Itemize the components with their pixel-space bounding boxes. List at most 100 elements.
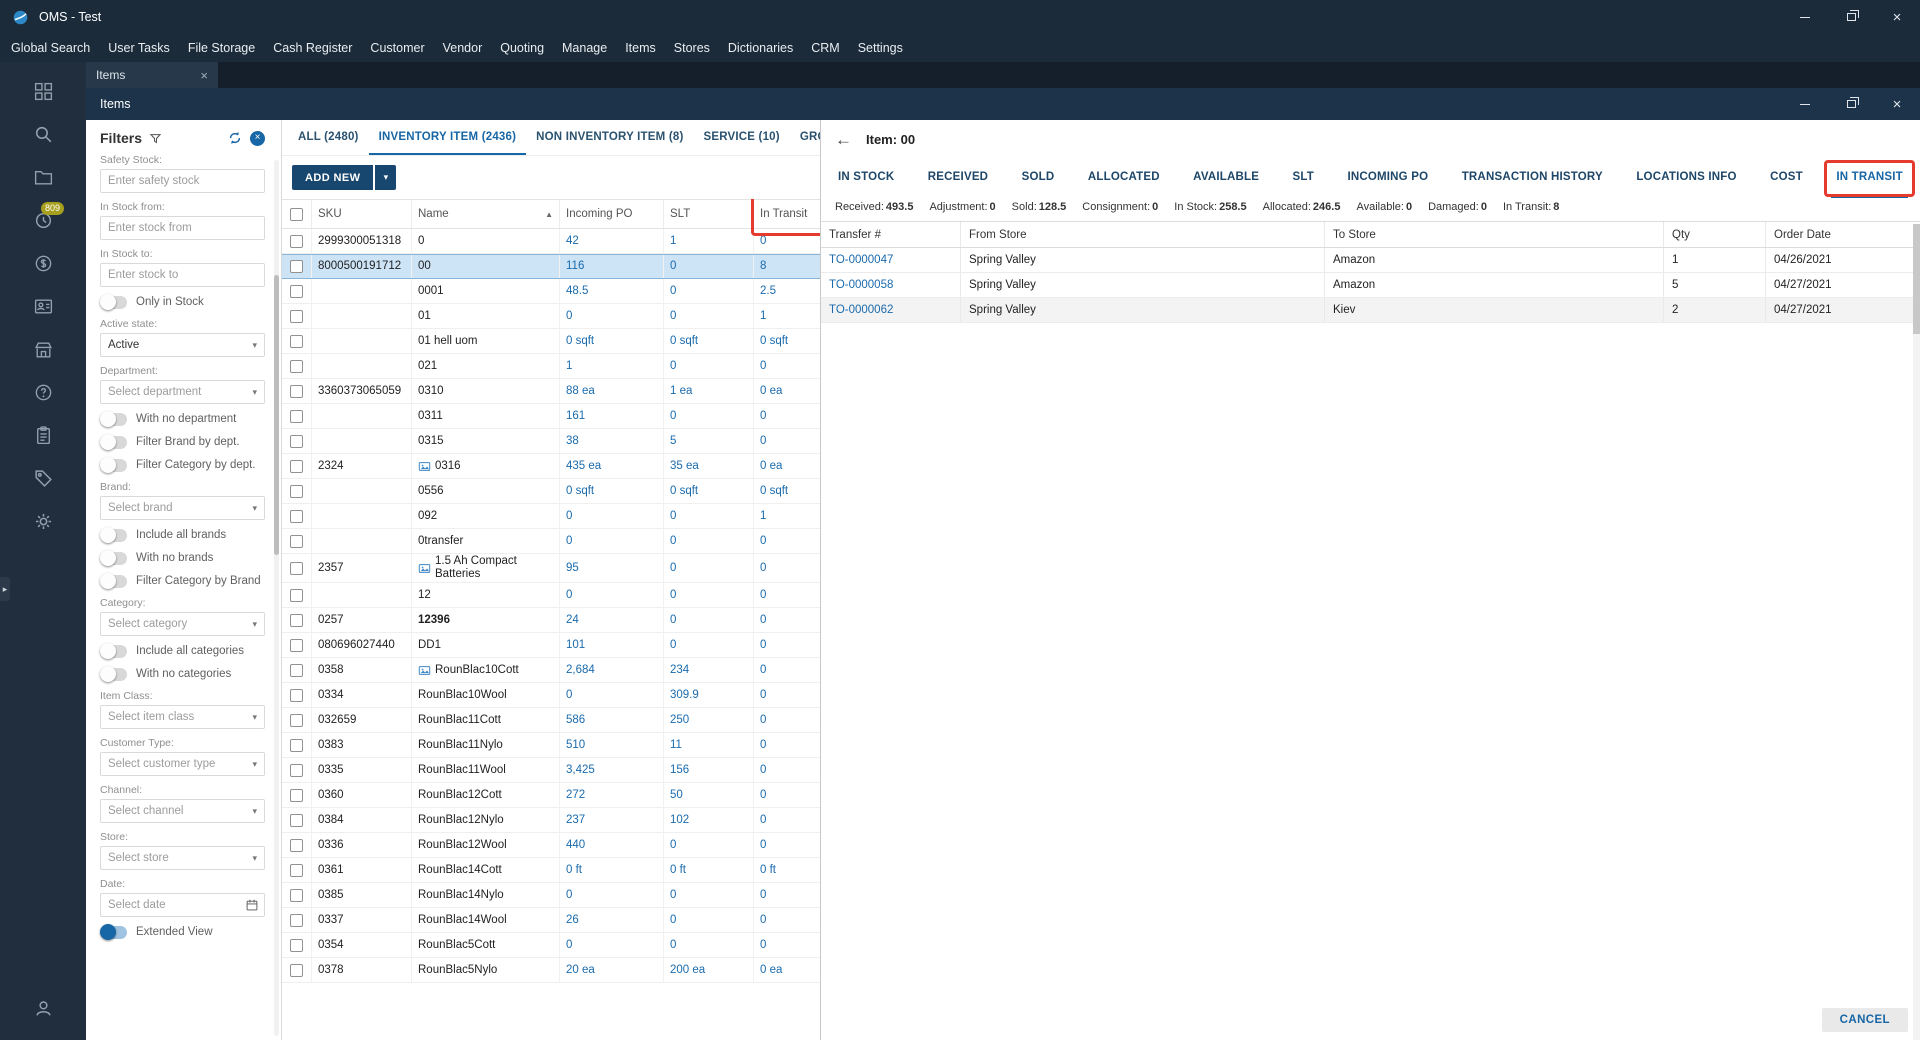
sidebar-money-icon[interactable] [21,242,65,285]
row-checkbox[interactable] [290,459,303,473]
item-row[interactable]: 01 hell uom 0 sqft 0 sqft 0 sqft [282,329,820,354]
item-class-select[interactable]: Select item class ▾ [100,705,265,729]
row-checkbox[interactable] [290,234,303,248]
menu-item-vendor[interactable]: Vendor [434,34,492,62]
row-checkbox[interactable] [290,888,303,902]
transfer-number-link[interactable]: TO-0000062 [821,298,961,322]
detail-tab-incoming-po[interactable]: INCOMING PO [1342,158,1433,198]
menu-item-stores[interactable]: Stores [665,34,719,62]
row-checkbox[interactable] [290,788,303,802]
sidebar-clipboard-icon[interactable] [21,414,65,457]
transfer-column-from-store[interactable]: From Store [961,222,1325,247]
item-row[interactable]: 8000500191712 00 116 0 8 [282,254,820,279]
detail-tab-cost[interactable]: COST [1765,158,1808,198]
in-stock-to-input[interactable] [100,263,265,287]
detail-tab-received[interactable]: RECEIVED [923,158,993,198]
item-row[interactable]: 2357 1.5 Ah Compact Batteries 95 0 0 [282,554,820,583]
row-checkbox[interactable] [290,838,303,852]
sidebar-user-icon[interactable] [21,987,65,1030]
row-checkbox[interactable] [290,434,303,448]
tab-items[interactable]: Items × [86,62,218,88]
toggle-switch[interactable] [100,666,127,682]
row-checkbox[interactable] [290,509,303,523]
column-header-incoming-po[interactable]: Incoming PO [560,200,664,228]
toggle-switch[interactable] [100,643,127,659]
row-checkbox[interactable] [290,284,303,298]
toggle-only-in-stock[interactable]: Only in Stock [100,294,265,310]
transfer-column-qty[interactable]: Qty [1664,222,1766,247]
inner-restore-button[interactable] [1828,88,1874,120]
row-checkbox[interactable] [290,863,303,877]
item-row[interactable]: 080696027440 DD1 101 0 0 [282,633,820,658]
sidebar-dashboard-icon[interactable] [21,70,65,113]
item-row[interactable]: 0334 RounBlac10Wool 0 309.9 0 [282,683,820,708]
item-type-tab-inventory-item-2436[interactable]: INVENTORY ITEM (2436) [368,120,527,155]
item-row[interactable]: 0335 RounBlac11Wool 3,425 156 0 [282,758,820,783]
sidebar-store-icon[interactable] [21,328,65,371]
toggle-switch[interactable] [100,294,127,310]
row-checkbox[interactable] [290,763,303,777]
item-row[interactable]: 092 0 0 1 [282,504,820,529]
date-input[interactable] [100,893,265,917]
row-checkbox[interactable] [290,409,303,423]
toggle-with-no-categories[interactable]: With no categories [100,666,265,682]
toggle-with-no-brands[interactable]: With no brands [100,550,265,566]
toggle-switch[interactable] [100,527,127,543]
menu-item-settings[interactable]: Settings [849,34,912,62]
sidebar-expand-arrow[interactable]: ▸ [0,577,10,601]
row-checkbox[interactable] [290,309,303,323]
sidebar-tag-icon[interactable] [21,457,65,500]
row-checkbox[interactable] [290,663,303,677]
item-row[interactable]: 0001 48.5 0 2.5 [282,279,820,304]
item-row[interactable]: 0257 12396 24 0 0 [282,608,820,633]
item-type-tab-group[interactable]: GROUP [790,120,820,155]
sidebar-help-icon[interactable] [21,371,65,414]
toggle-filter-category-by-brand[interactable]: Filter Category by Brand [100,573,265,589]
transfer-row[interactable]: TO-0000062 Spring Valley Kiev 2 04/27/2021 [821,298,1920,323]
row-checkbox[interactable] [290,613,303,627]
toggle-switch[interactable] [100,411,127,427]
row-checkbox[interactable] [290,534,303,548]
toggle-filter-brand-by-dept[interactable]: Filter Brand by dept. [100,434,265,450]
row-checkbox[interactable] [290,359,303,373]
menu-item-customer[interactable]: Customer [361,34,433,62]
filters-scrollbar[interactable] [274,160,279,1036]
transfer-number-link[interactable]: TO-0000058 [821,273,961,297]
column-header-in-transit[interactable]: In Transit [751,199,820,236]
transfer-row[interactable]: TO-0000058 Spring Valley Amazon 5 04/27/2021 [821,273,1920,298]
transfer-column-to-store[interactable]: To Store [1325,222,1664,247]
item-row[interactable]: 2999300051318 0 42 1 0 [282,229,820,254]
transfer-column-transfer[interactable]: Transfer # [821,222,961,247]
row-checkbox[interactable] [290,813,303,827]
store-select[interactable]: Select store ▾ [100,846,265,870]
sidebar-contacts-icon[interactable] [21,285,65,328]
toggle-include-all-categories[interactable]: Include all categories [100,643,265,659]
item-row[interactable]: 0383 RounBlac11Nylo 510 11 0 [282,733,820,758]
filters-scrollbar-thumb[interactable] [274,275,279,555]
transfer-number-link[interactable]: TO-0000047 [821,248,961,272]
row-checkbox[interactable] [290,638,303,652]
select-all-checkbox[interactable] [290,207,303,221]
item-row[interactable]: 032659 RounBlac11Cott 586 250 0 [282,708,820,733]
close-button[interactable]: × [1874,0,1920,34]
detail-tab-locations-info[interactable]: LOCATIONS INFO [1631,158,1741,198]
item-type-tab-non-inventory-item-8[interactable]: NON INVENTORY ITEM (8) [526,120,693,155]
minimize-button[interactable] [1782,0,1828,34]
menu-item-dictionaries[interactable]: Dictionaries [719,34,802,62]
back-arrow-icon[interactable]: ← [835,131,852,148]
transfer-column-order-date[interactable]: Order Date [1766,222,1920,247]
toggle-with-no-department[interactable]: With no department [100,411,265,427]
refresh-filters-icon[interactable] [227,130,243,146]
cancel-button[interactable]: CANCEL [1821,1008,1908,1032]
item-row[interactable]: 0354 RounBlac5Cott 0 0 0 [282,933,820,958]
menu-item-user-tasks[interactable]: User Tasks [99,34,179,62]
sidebar-settings-icon[interactable] [21,500,65,543]
toggle-switch[interactable] [100,573,127,589]
item-row[interactable]: 021 1 0 0 [282,354,820,379]
row-checkbox[interactable] [290,561,303,575]
item-row[interactable]: 0315 38 5 0 [282,429,820,454]
menu-item-quoting[interactable]: Quoting [491,34,553,62]
item-row[interactable]: 2324 0316 435 ea 35 ea 0 ea [282,454,820,479]
inner-minimize-button[interactable] [1782,88,1828,120]
item-row[interactable]: 01 0 0 1 [282,304,820,329]
